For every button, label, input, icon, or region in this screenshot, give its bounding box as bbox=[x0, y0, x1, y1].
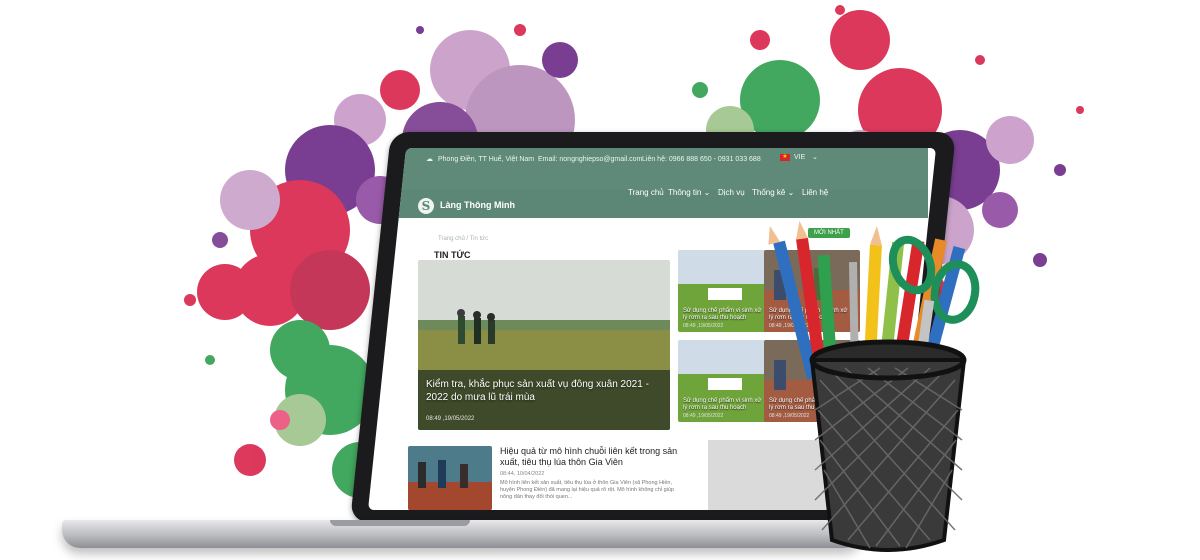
flag-vietnam-icon: ★ bbox=[780, 154, 790, 161]
news-card[interactable]: Sử dụng chế phẩm vi sinh xử lý rơm rạ sa… bbox=[678, 340, 774, 422]
card-date: 08:49 ,19/05/2022 bbox=[769, 413, 810, 419]
hero-date: 08:49 ,19/05/2022 bbox=[426, 416, 475, 422]
article-title[interactable]: Hiệu quả từ mô hình chuỗi liên kết trong… bbox=[500, 446, 680, 468]
nav-info[interactable]: Thông tin ⌄ bbox=[668, 188, 710, 197]
card-title[interactable]: Sử dụng chế phẩm vi sinh xử lý rơm rạ sa… bbox=[769, 308, 853, 322]
article-thumbnail[interactable] bbox=[408, 446, 492, 510]
nav-stats-label: Thống kê bbox=[752, 188, 786, 197]
card-date: 08:49 ,19/05/2022 bbox=[683, 413, 724, 419]
language-select[interactable]: VIE bbox=[794, 154, 805, 161]
card-date: 08:49 ,19/05/2022 bbox=[769, 323, 810, 329]
nav-info-label: Thông tin bbox=[668, 188, 702, 197]
sidebar-placeholder bbox=[708, 440, 858, 510]
hero-article[interactable]: Kiểm tra, khắc phục sản xuất vụ đông xuâ… bbox=[418, 260, 670, 430]
news-card[interactable]: Sử dụng chế phẩm vi sinh xử lý rơm rạ sa… bbox=[764, 340, 860, 422]
hero-image bbox=[418, 260, 670, 430]
article-date: 08:44, 10/04/2022 bbox=[500, 471, 545, 477]
laptop-hinge bbox=[330, 520, 470, 526]
page-title: TIN TỨC bbox=[434, 250, 471, 260]
article-excerpt: Mô hình liên kết sản xuất, tiêu thụ lúa … bbox=[500, 480, 674, 500]
chevron-down-icon: ⌄ bbox=[812, 154, 818, 161]
card-title[interactable]: Sử dụng chế phẩm vi sinh xử lý rơm rạ sa… bbox=[683, 398, 767, 412]
topbar-contact[interactable]: Liên hệ: 0966 888 650 - 0931 033 688 bbox=[642, 156, 761, 163]
topbar-location: Phong Điền, TT Huế, Việt Nam bbox=[438, 156, 535, 163]
news-card[interactable]: Sử dụng chế phẩm vi sinh xử lý rơm rạ sa… bbox=[678, 250, 774, 332]
nav-services[interactable]: Dịch vụ bbox=[718, 188, 745, 197]
site-topbar: ☁ Phong Điền, TT Huế, Việt Nam Email: no… bbox=[388, 148, 928, 190]
card-title[interactable]: Sử dụng chế phẩm vi sinh xử lý rơm rạ sa… bbox=[683, 308, 767, 322]
latest-badge: MỚI NHẤT bbox=[808, 228, 850, 238]
nav-stats[interactable]: Thống kê ⌄ bbox=[752, 188, 794, 197]
nav-contact[interactable]: Liên hệ bbox=[802, 188, 828, 197]
list-article[interactable]: Hiệu quả từ mô hình chuỗi liên kết trong… bbox=[408, 446, 678, 510]
hero-title[interactable]: Kiểm tra, khắc phục sản xuất vụ đông xuâ… bbox=[426, 378, 656, 404]
card-title[interactable]: Sử dụng chế phẩm vi sinh xử lý rơm rạ sa… bbox=[769, 398, 853, 412]
news-card[interactable]: Sử dụng chế phẩm vi sinh xử lý rơm rạ sa… bbox=[764, 250, 860, 332]
chevron-down-icon: ⌄ bbox=[703, 188, 711, 197]
chevron-down-icon: ⌄ bbox=[787, 188, 795, 197]
topbar-email[interactable]: Email: nongnghiepso@gmail.com bbox=[538, 156, 642, 163]
nav-home[interactable]: Trang chủ bbox=[628, 188, 664, 197]
site-logo-icon[interactable]: S bbox=[418, 198, 434, 214]
breadcrumb[interactable]: Trang chủ / Tin tức bbox=[438, 236, 488, 242]
laptop-screen: ☁ Phong Điền, TT Huế, Việt Nam Email: no… bbox=[368, 148, 937, 510]
card-date: 08:49 ,19/05/2022 bbox=[683, 323, 724, 329]
site-name[interactable]: Làng Thông Minh bbox=[440, 200, 515, 210]
location-icon: ☁ bbox=[426, 156, 433, 163]
